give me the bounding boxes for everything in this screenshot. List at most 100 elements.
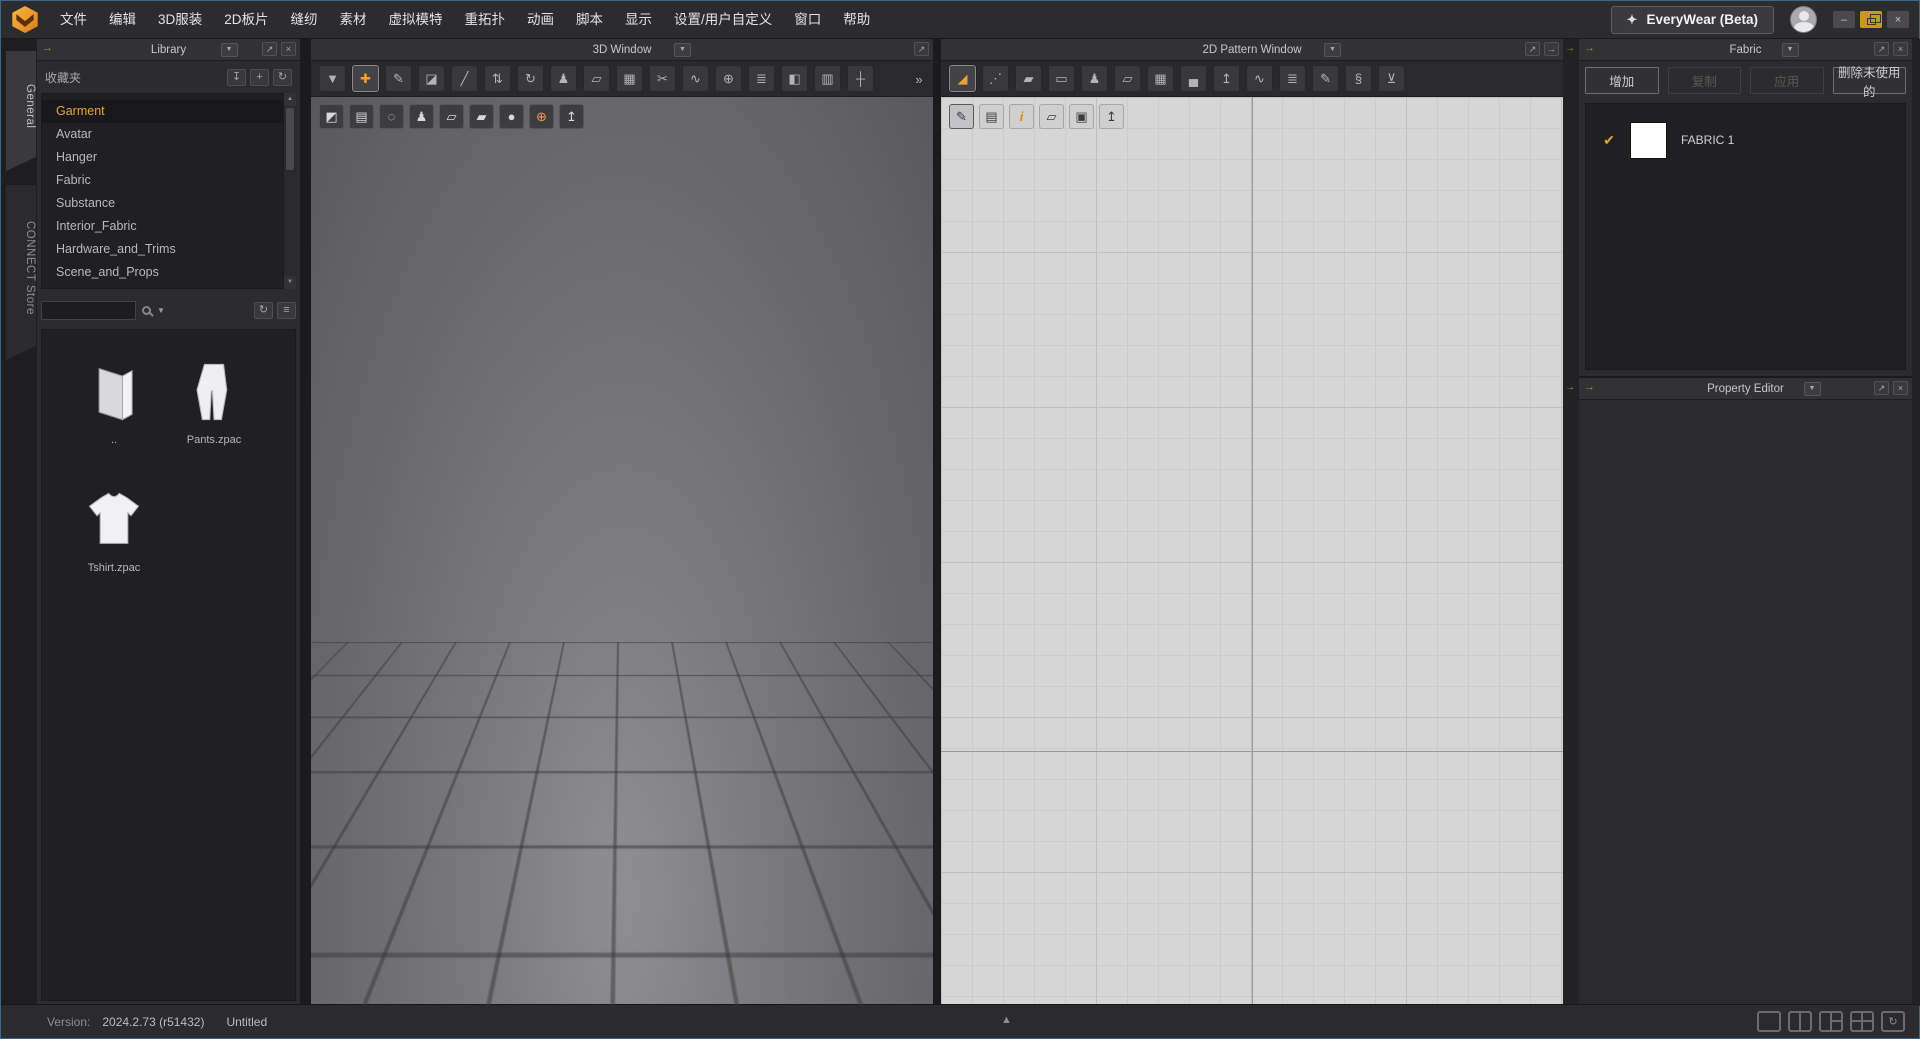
menu-item[interactable]: 2D板片: [213, 1, 279, 39]
search-filter-dropdown-icon[interactable]: ▼: [157, 306, 165, 315]
dock-arrow-icon[interactable]: →: [1565, 382, 1575, 393]
layout-two-pane-icon[interactable]: [1788, 1011, 1812, 1032]
show-globe-view-icon[interactable]: ⊕: [529, 104, 554, 129]
library-menu-dropdown-icon[interactable]: ▼: [221, 43, 238, 57]
show-garment-view-icon[interactable]: ▤: [349, 104, 374, 129]
file-item[interactable]: Tshirt.zpac: [64, 484, 164, 612]
fold-arrangement-tool-icon[interactable]: ↻: [517, 65, 544, 92]
show-avatar-view-icon[interactable]: ♟: [409, 104, 434, 129]
menu-item[interactable]: 3D服装: [147, 1, 213, 39]
grid-2d-tool-icon[interactable]: ▦: [1147, 65, 1174, 92]
menu-item[interactable]: 虚拟模特: [378, 1, 454, 39]
tab-general[interactable]: General: [6, 51, 36, 171]
menu-item[interactable]: 编辑: [98, 1, 147, 39]
popout-icon[interactable]: ↗: [262, 42, 277, 56]
library-item[interactable]: Substance: [42, 192, 295, 215]
show-accessory-view-icon[interactable]: ◌: [379, 104, 404, 129]
close-button[interactable]: ×: [1887, 11, 1909, 28]
toolbar-overflow-icon[interactable]: »: [909, 67, 929, 91]
layout-three-pane-icon[interactable]: [1819, 1011, 1843, 1032]
create-rectangle-tool-icon[interactable]: ▭: [1048, 65, 1075, 92]
stamp-2d-icon[interactable]: ↥: [1099, 104, 1124, 129]
button-tool-icon[interactable]: ⊕: [715, 65, 742, 92]
menu-item[interactable]: 动画: [516, 1, 565, 39]
fabric-list-item[interactable]: ✔ FABRIC 1: [1586, 118, 1905, 162]
user-avatar[interactable]: [1790, 6, 1817, 33]
simulate-tool-icon[interactable]: ▼: [319, 65, 346, 92]
list-view-icon[interactable]: ≡: [277, 302, 296, 319]
show-solid-view-icon[interactable]: ◩: [319, 104, 344, 129]
show-cloth-a-view-icon[interactable]: ▱: [439, 104, 464, 129]
show-sketch-icon[interactable]: ✎: [949, 104, 974, 129]
fabric-strip-tool-icon[interactable]: ▥: [814, 65, 841, 92]
upload-snapshot-icon[interactable]: ↥: [559, 104, 584, 129]
arrange-garment-tool-icon[interactable]: ↥: [1213, 65, 1240, 92]
edit-pinpoint-tool-icon[interactable]: ✎: [385, 65, 412, 92]
2d-window-menu-dropdown-icon[interactable]: ▼: [1324, 43, 1341, 57]
fabric-action-button[interactable]: 删除未使用的: [1833, 67, 1907, 94]
menu-item[interactable]: 缝纫: [280, 1, 329, 39]
popout-icon[interactable]: ↗: [1874, 42, 1889, 56]
close-icon[interactable]: ×: [1893, 381, 1908, 395]
library-item[interactable]: Interior_Fabric: [42, 215, 295, 238]
iron-tool-icon[interactable]: ▄: [1180, 65, 1207, 92]
pen-2d-tool-icon[interactable]: ✎: [1312, 65, 1339, 92]
pin-tool-icon[interactable]: ╱: [451, 65, 478, 92]
file-item[interactable]: ..: [64, 356, 164, 484]
menu-item[interactable]: 窗口: [783, 1, 832, 39]
search-icon[interactable]: [142, 306, 151, 315]
menu-item[interactable]: 文件: [49, 1, 98, 39]
download-icon[interactable]: ↧: [227, 69, 246, 86]
select-move-tool-icon[interactable]: ✚: [352, 65, 379, 92]
tab-connect-store[interactable]: CONNECT Store: [6, 185, 36, 360]
menu-item[interactable]: 脚本: [565, 1, 614, 39]
library-item[interactable]: Hanger: [42, 146, 295, 169]
3d-window-menu-dropdown-icon[interactable]: ▼: [674, 43, 691, 57]
layout-reset-icon[interactable]: ↻: [1881, 1011, 1905, 1032]
scroll-down-icon[interactable]: ▼: [284, 276, 296, 289]
flatten-tool-icon[interactable]: ◧: [781, 65, 808, 92]
refresh-icon[interactable]: ↻: [273, 69, 292, 86]
pleats-tool-icon[interactable]: ≣: [1279, 65, 1306, 92]
add-favorite-icon[interactable]: +: [250, 69, 269, 86]
trace-tool-icon[interactable]: ▱: [1114, 65, 1141, 92]
edit-pattern-tool-icon[interactable]: ⋰: [982, 65, 1009, 92]
library-item[interactable]: Hardware_and_Trims: [42, 238, 295, 261]
avatar-tape-tool-icon[interactable]: ♟: [550, 65, 577, 92]
search-input[interactable]: [41, 301, 136, 320]
show-head-view-icon[interactable]: ●: [499, 104, 524, 129]
popout-icon[interactable]: ↗: [914, 42, 929, 56]
menu-item[interactable]: 设置/用户自定义: [663, 1, 783, 39]
minimize-button[interactable]: –: [1833, 11, 1855, 28]
library-item[interactable]: Garment: [42, 100, 295, 123]
fabric-action-button[interactable]: 应用: [1750, 67, 1824, 94]
create-polygon-tool-icon[interactable]: ▰: [1015, 65, 1042, 92]
measure-tool-icon[interactable]: ┼: [847, 65, 874, 92]
fabric-swatch[interactable]: [1630, 122, 1667, 159]
stitch-tool-icon[interactable]: ∿: [682, 65, 709, 92]
restore-button[interactable]: [1860, 11, 1882, 28]
library-scrollbar[interactable]: ▲ ▼: [283, 93, 296, 289]
menu-item[interactable]: 重拓扑: [454, 1, 517, 39]
dock-arrow-icon[interactable]: →: [1565, 43, 1575, 54]
dock-arrow-icon[interactable]: →: [1544, 42, 1559, 56]
reload-files-icon[interactable]: ↻: [254, 302, 273, 319]
menu-item[interactable]: 显示: [614, 1, 663, 39]
show-garment-2d-icon[interactable]: ▤: [979, 104, 1004, 129]
popout-icon[interactable]: ↗: [1874, 381, 1889, 395]
menu-item[interactable]: 素材: [329, 1, 378, 39]
show-cloth-b-view-icon[interactable]: ▰: [469, 104, 494, 129]
grid-tool-icon[interactable]: ▦: [616, 65, 643, 92]
popout-icon[interactable]: ↗: [1525, 42, 1540, 56]
show-annotation-icon[interactable]: i: [1009, 104, 1034, 129]
shirring-tool-icon[interactable]: §: [1345, 65, 1372, 92]
arrange-clothes-tool-icon[interactable]: ⇅: [484, 65, 511, 92]
avatar-silhouette-tool-icon[interactable]: ♟: [1081, 65, 1108, 92]
pin-garment-tool-icon[interactable]: ◪: [418, 65, 445, 92]
expand-animation-panel-icon[interactable]: ▲: [1001, 1014, 1012, 1026]
scroll-up-icon[interactable]: ▲: [284, 93, 296, 106]
everywear-button[interactable]: ✦ EveryWear (Beta): [1611, 6, 1774, 34]
library-item[interactable]: Scene_and_Props: [42, 261, 295, 284]
library-item[interactable]: Avatar: [42, 123, 295, 146]
scrollbar-thumb[interactable]: [286, 108, 294, 170]
